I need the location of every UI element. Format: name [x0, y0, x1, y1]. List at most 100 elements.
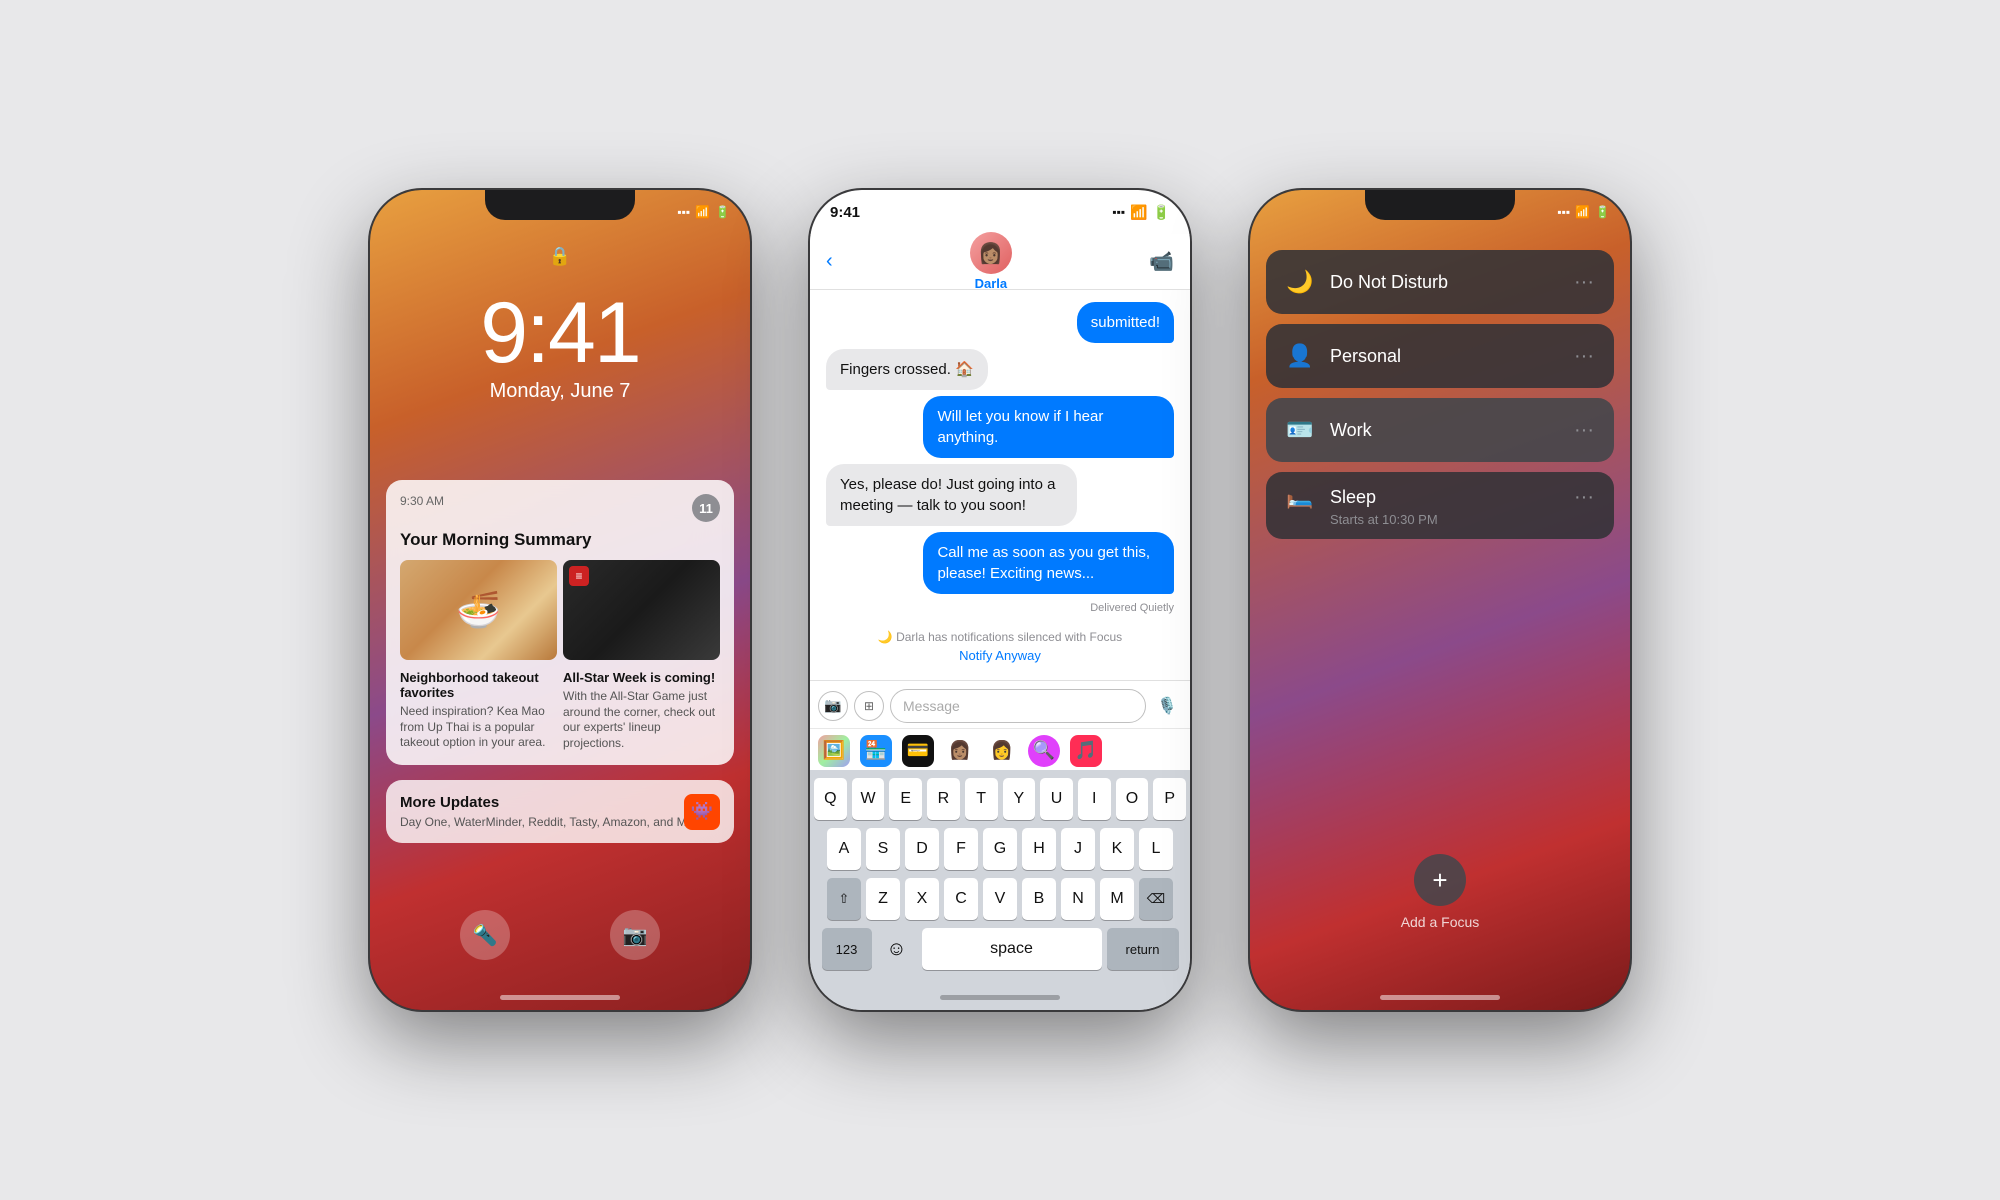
personal-label: Personal [1330, 346, 1558, 367]
kb-z[interactable]: Z [866, 878, 900, 920]
kb-f[interactable]: F [944, 828, 978, 870]
message-input-bar: 📷 ⊞ Message 🎙️ [810, 680, 1190, 730]
kb-shift[interactable]: ⇧ [827, 878, 861, 920]
kb-t[interactable]: T [965, 778, 998, 820]
focus-work[interactable]: 🪪 Work ··· [1266, 398, 1614, 462]
message-text-field[interactable]: Message [890, 689, 1146, 723]
dnd-icon: 🌙 [1286, 269, 1314, 295]
kb-i[interactable]: I [1078, 778, 1111, 820]
flashlight-button[interactable]: 🔦 [460, 910, 510, 960]
lockscreen-bottom-buttons: 🔦 📷 [370, 910, 750, 960]
contact-avatar: 👩🏽 [970, 232, 1012, 274]
reddit-icon: 👾 [684, 794, 720, 830]
kb-q[interactable]: Q [814, 778, 847, 820]
kb-c[interactable]: C [944, 878, 978, 920]
notif-articles: Neighborhood takeout favorites Need insp… [400, 670, 720, 751]
kb-l[interactable]: L [1139, 828, 1173, 870]
kb-g[interactable]: G [983, 828, 1017, 870]
work-more-icon[interactable]: ··· [1574, 419, 1594, 442]
add-focus-section: + Add a Focus [1250, 854, 1630, 930]
sport-badge-icon [569, 566, 589, 586]
work-icon: 🪪 [1286, 417, 1314, 443]
dnd-label: Do Not Disturb [1330, 272, 1558, 293]
notif-images [400, 560, 720, 660]
kb-b[interactable]: B [1022, 878, 1056, 920]
kb-return[interactable]: return [1107, 928, 1179, 970]
kb-u[interactable]: U [1040, 778, 1073, 820]
apps-input-icon[interactable]: ⊞ [854, 691, 884, 721]
message-1: submitted! [1077, 302, 1174, 343]
focus-do-not-disturb[interactable]: 🌙 Do Not Disturb ··· [1266, 250, 1614, 314]
wifi-icon: 📶 [695, 205, 710, 219]
notification-card[interactable]: 9:30 AM 11 Your Morning Summary Neighbor… [386, 480, 734, 765]
phone-2-messages: 9:41 ▪▪▪ 📶 🔋 ‹ 👩🏽 Darla 📹 submitted! Fin… [810, 190, 1190, 1010]
kb-row-1: Q W E R T Y U I O P [814, 778, 1186, 820]
signal-icon: ▪▪▪ [677, 205, 690, 219]
more-updates-icons: 👾 [684, 794, 720, 830]
memoji-app-icon[interactable]: 👩🏽 [944, 735, 976, 767]
appstore-app-icon[interactable]: 🏪 [860, 735, 892, 767]
phone-2-notch [925, 190, 1075, 220]
notif-article-2-title: All-Star Week is coming! [563, 670, 720, 685]
kb-123[interactable]: 123 [822, 928, 872, 970]
kb-delete[interactable]: ⌫ [1139, 878, 1173, 920]
add-focus-button[interactable]: + [1414, 854, 1466, 906]
camera-button[interactable]: 📷 [610, 910, 660, 960]
notif-article-1-title: Neighborhood takeout favorites [400, 670, 557, 700]
memoji2-app-icon[interactable]: 👩 [986, 735, 1018, 767]
sleep-main-row: 🛏️ Sleep ··· [1286, 484, 1594, 510]
focus-notice: 🌙 Darla has notifications silenced with … [826, 630, 1174, 644]
kb-y[interactable]: Y [1003, 778, 1036, 820]
more-updates-card[interactable]: More Updates Day One, WaterMinder, Reddi… [386, 780, 734, 843]
lockscreen-hour: 9:41 [370, 290, 750, 376]
kb-w[interactable]: W [852, 778, 885, 820]
notif-article-2: All-Star Week is coming! With the All-St… [563, 670, 720, 751]
personal-more-icon[interactable]: ··· [1574, 345, 1594, 368]
music-app-icon[interactable]: 🎵 [1070, 735, 1102, 767]
kb-row-2: A S D F G H J K L [814, 828, 1186, 870]
focus-personal[interactable]: 👤 Personal ··· [1266, 324, 1614, 388]
kb-p[interactable]: P [1153, 778, 1186, 820]
kb-r[interactable]: R [927, 778, 960, 820]
camera-input-icon[interactable]: 📷 [818, 691, 848, 721]
more-updates-body: Day One, WaterMinder, Reddit, Tasty, Ama… [400, 815, 720, 829]
personal-icon: 👤 [1286, 343, 1314, 369]
lock-icon: 🔒 [549, 246, 571, 267]
kb-h[interactable]: H [1022, 828, 1056, 870]
notif-article-1: Neighborhood takeout favorites Need insp… [400, 670, 557, 751]
notif-sport-image [563, 560, 720, 660]
kb-s[interactable]: S [866, 828, 900, 870]
status-icons-2: ▪▪▪ 📶 🔋 [1112, 204, 1170, 221]
kb-m[interactable]: M [1100, 878, 1134, 920]
video-call-button[interactable]: 📹 [1149, 249, 1174, 274]
dnd-more-icon[interactable]: ··· [1574, 271, 1594, 294]
kb-space[interactable]: space [922, 928, 1102, 970]
kb-x[interactable]: X [905, 878, 939, 920]
kb-d[interactable]: D [905, 828, 939, 870]
notif-time: 9:30 AM [400, 494, 444, 508]
home-indicator-3 [1380, 995, 1500, 1000]
contact-info[interactable]: 👩🏽 Darla [970, 232, 1012, 291]
photos-app-icon[interactable]: 🖼️ [818, 735, 850, 767]
audio-input-icon[interactable]: 🎙️ [1152, 691, 1182, 721]
kb-emoji[interactable]: ☺ [877, 928, 917, 970]
add-focus-label: Add a Focus [1401, 914, 1480, 930]
notify-anyway-button[interactable]: Notify Anyway [826, 648, 1174, 663]
kb-j[interactable]: J [1061, 828, 1095, 870]
sleep-more-icon[interactable]: ··· [1574, 486, 1594, 509]
kb-n[interactable]: N [1061, 878, 1095, 920]
message-3: Will let you know if I hear anything. [923, 396, 1174, 458]
search-app-icon[interactable]: 🔍 [1028, 735, 1060, 767]
kb-o[interactable]: O [1116, 778, 1149, 820]
delivered-quietly: Delivered Quietly [826, 602, 1174, 614]
contact-name: Darla [975, 276, 1008, 291]
focus-sleep[interactable]: 🛏️ Sleep ··· Starts at 10:30 PM [1266, 472, 1614, 539]
back-button[interactable]: ‹ [826, 250, 833, 273]
message-2: Fingers crossed. 🏠 [826, 349, 988, 390]
kb-a[interactable]: A [827, 828, 861, 870]
kb-e[interactable]: E [889, 778, 922, 820]
kb-v[interactable]: V [983, 878, 1017, 920]
phone-1-lockscreen: ▪▪▪ 📶 🔋 🔒 9:41 Monday, June 7 9:30 AM 11… [370, 190, 750, 1010]
applepay-app-icon[interactable]: 💳 [902, 735, 934, 767]
kb-k[interactable]: K [1100, 828, 1134, 870]
